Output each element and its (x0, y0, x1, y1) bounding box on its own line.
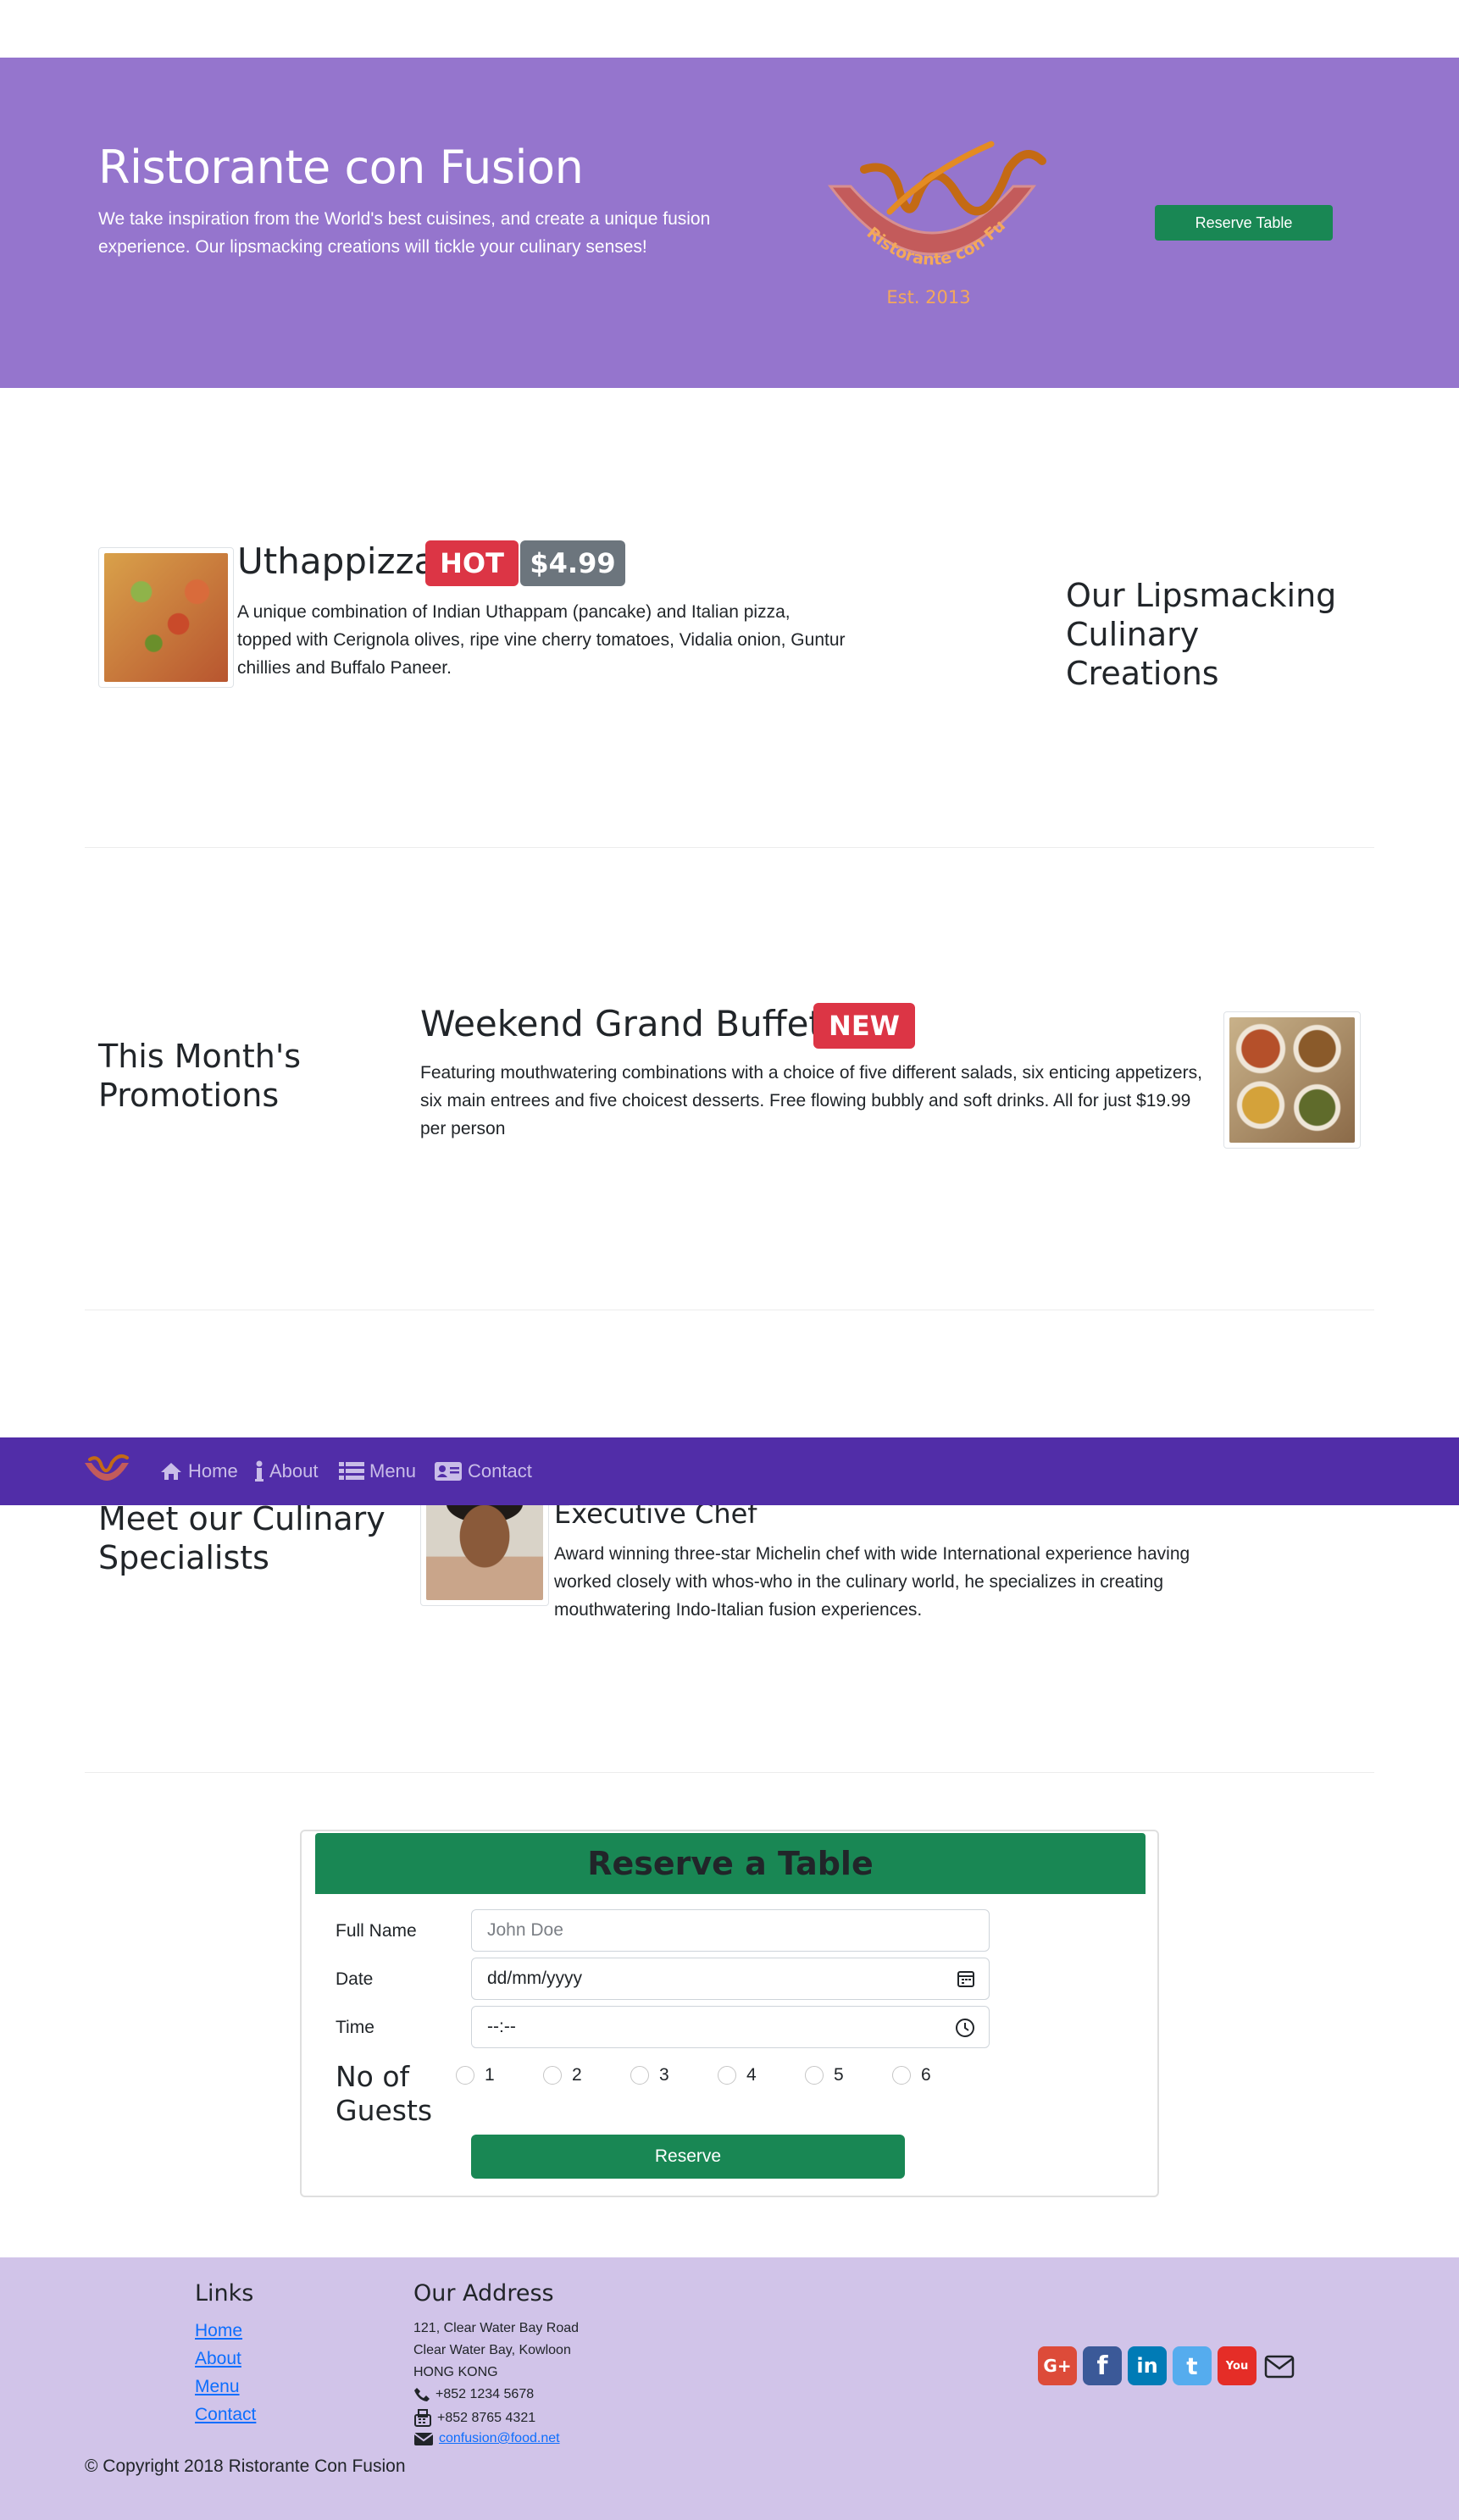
guest-option-1[interactable]: 1 (456, 2065, 495, 2085)
clock-icon[interactable] (955, 2018, 975, 2038)
price-badge: $4.99 (520, 540, 625, 586)
date-placeholder: dd/mm/yyyy (487, 1969, 583, 1988)
list-icon (339, 1462, 364, 1480)
footer-link-home[interactable]: Home (195, 2321, 242, 2341)
youtube-icon: You (1225, 2359, 1249, 2373)
reserve-submit-button[interactable]: Reserve (471, 2135, 905, 2179)
address-line: Clear Water Bay, Kowloon (413, 2343, 571, 2357)
date-input[interactable]: dd/mm/yyyy (471, 1958, 990, 2000)
twitter-button[interactable]: t (1173, 2346, 1212, 2385)
guest-option-4[interactable]: 4 (718, 2065, 757, 2085)
guest-option-label: 6 (921, 2065, 931, 2085)
reservation-card: Reserve a Table Full Name John Doe Date … (300, 1830, 1159, 2197)
nav-item-home-label: Home (188, 1460, 238, 1482)
youtube-button[interactable]: You (1218, 2346, 1257, 2385)
email-row: confusion@food.net (413, 2431, 560, 2446)
twitter-icon: t (1186, 2351, 1198, 2380)
buffet-image (1223, 1011, 1361, 1149)
navbar-logo[interactable] (81, 1451, 132, 1490)
date-label: Date (336, 1969, 374, 1989)
guests-label: No of Guests (336, 2060, 433, 2127)
phone-icon (414, 2388, 430, 2401)
guest-option-6[interactable]: 6 (892, 2065, 931, 2085)
nav-item-contact[interactable]: Contact (434, 1458, 532, 1485)
address-card-icon (435, 1462, 462, 1481)
radio-circle[interactable] (630, 2066, 649, 2085)
jumbotron-description: We take inspiration from the World's bes… (98, 209, 711, 257)
page: Ristorante con Fusion We take inspiratio… (0, 0, 1459, 2520)
nav-item-menu-label: Menu (369, 1460, 417, 1482)
guest-option-2[interactable]: 2 (543, 2065, 582, 2085)
mail-icon[interactable] (1264, 2355, 1295, 2379)
divider (85, 847, 1374, 848)
chef-description: Award winning three-star Michelin chef w… (554, 1544, 1190, 1620)
facebook-button[interactable]: f (1083, 2346, 1122, 2385)
full-name-input[interactable]: John Doe (471, 1909, 990, 1952)
radio-circle[interactable] (892, 2066, 911, 2085)
guest-option-label: 3 (659, 2065, 669, 2085)
specialists-heading: Meet our Culinary Specialists (98, 1500, 386, 1576)
logo-est-text: Est. 2013 (886, 287, 970, 305)
promotions-heading: This Month's Promotions (98, 1038, 302, 1114)
radio-circle[interactable] (543, 2066, 562, 2085)
reservation-header: Reserve a Table (315, 1833, 1146, 1894)
nav-item-menu[interactable]: Menu (339, 1458, 416, 1485)
radio-circle[interactable] (805, 2066, 824, 2085)
guest-option-label: 1 (485, 2065, 495, 2085)
promotion-description: Featuring mouthwatering combinations wit… (420, 1063, 1202, 1138)
page-title: Ristorante con Fusion (98, 141, 584, 194)
full-name-label: Full Name (336, 1921, 417, 1941)
promotion-name: Weekend Grand Buffet (420, 1003, 823, 1044)
facebook-icon: f (1096, 2351, 1108, 2381)
google-plus-icon: G+ (1043, 2356, 1072, 2376)
fax-icon (414, 2409, 431, 2427)
home-icon (161, 1463, 181, 1480)
footer-link-menu[interactable]: Menu (195, 2377, 240, 2397)
radio-circle[interactable] (456, 2066, 474, 2085)
linkedin-icon: in (1136, 2354, 1158, 2378)
radio-circle[interactable] (718, 2066, 736, 2085)
address-line: 121, Clear Water Bay Road (413, 2321, 580, 2335)
dish-name: Uthappizza (237, 540, 436, 582)
address-line: HONG KONG (413, 2365, 498, 2379)
calendar-icon[interactable] (957, 1969, 975, 1988)
hot-badge: HOT (425, 540, 519, 586)
reserve-table-button[interactable]: Reserve Table (1155, 205, 1333, 241)
guest-option-label: 2 (572, 2065, 582, 2085)
guest-option-label: 5 (834, 2065, 844, 2085)
new-badge: NEW (813, 1003, 915, 1049)
jumbotron: Ristorante con Fusion We take inspiratio… (0, 58, 1459, 388)
fax-row: +852 8765 4321 (413, 2409, 535, 2428)
phone-row: +852 1234 5678 (413, 2387, 534, 2402)
google-plus-button[interactable]: G+ (1038, 2346, 1077, 2385)
dish-description: A unique combination of Indian Uthappam … (237, 602, 846, 678)
linkedin-button[interactable]: in (1128, 2346, 1167, 2385)
nav-item-about-label: About (269, 1460, 319, 1482)
guest-option-label: 4 (746, 2065, 757, 2085)
phone-number: +852 1234 5678 (435, 2387, 535, 2401)
fax-number: +852 8765 4321 (437, 2411, 536, 2425)
restaurant-logo: Ristorante con Fusion Est. 2013 (813, 136, 1046, 305)
email-link[interactable]: confusion@food.net (439, 2431, 560, 2446)
guest-option-5[interactable]: 5 (805, 2065, 844, 2085)
guest-option-3[interactable]: 3 (630, 2065, 669, 2085)
creations-heading: Our Lipsmacking Culinary Creations (1066, 577, 1337, 692)
links-heading: Links (195, 2280, 254, 2307)
divider (85, 1772, 1374, 1773)
nav-item-contact-label: Contact (468, 1460, 532, 1482)
nav-item-about[interactable]: About (254, 1458, 319, 1485)
time-input[interactable]: --:-- (471, 2006, 990, 2048)
footer-link-contact[interactable]: Contact (195, 2405, 256, 2425)
nav-item-home[interactable]: Home (159, 1458, 238, 1485)
navbar: Home About Menu Contact (0, 1437, 1459, 1505)
dish-image (98, 547, 234, 688)
footer-link-about[interactable]: About (195, 2349, 241, 2369)
address-heading: Our Address (413, 2280, 554, 2307)
envelope-icon (413, 2433, 434, 2445)
time-placeholder: --:-- (487, 2017, 516, 2036)
time-label: Time (336, 2018, 374, 2037)
copyright: © Copyright 2018 Ristorante Con Fusion (85, 2456, 406, 2476)
info-icon (255, 1460, 264, 1482)
